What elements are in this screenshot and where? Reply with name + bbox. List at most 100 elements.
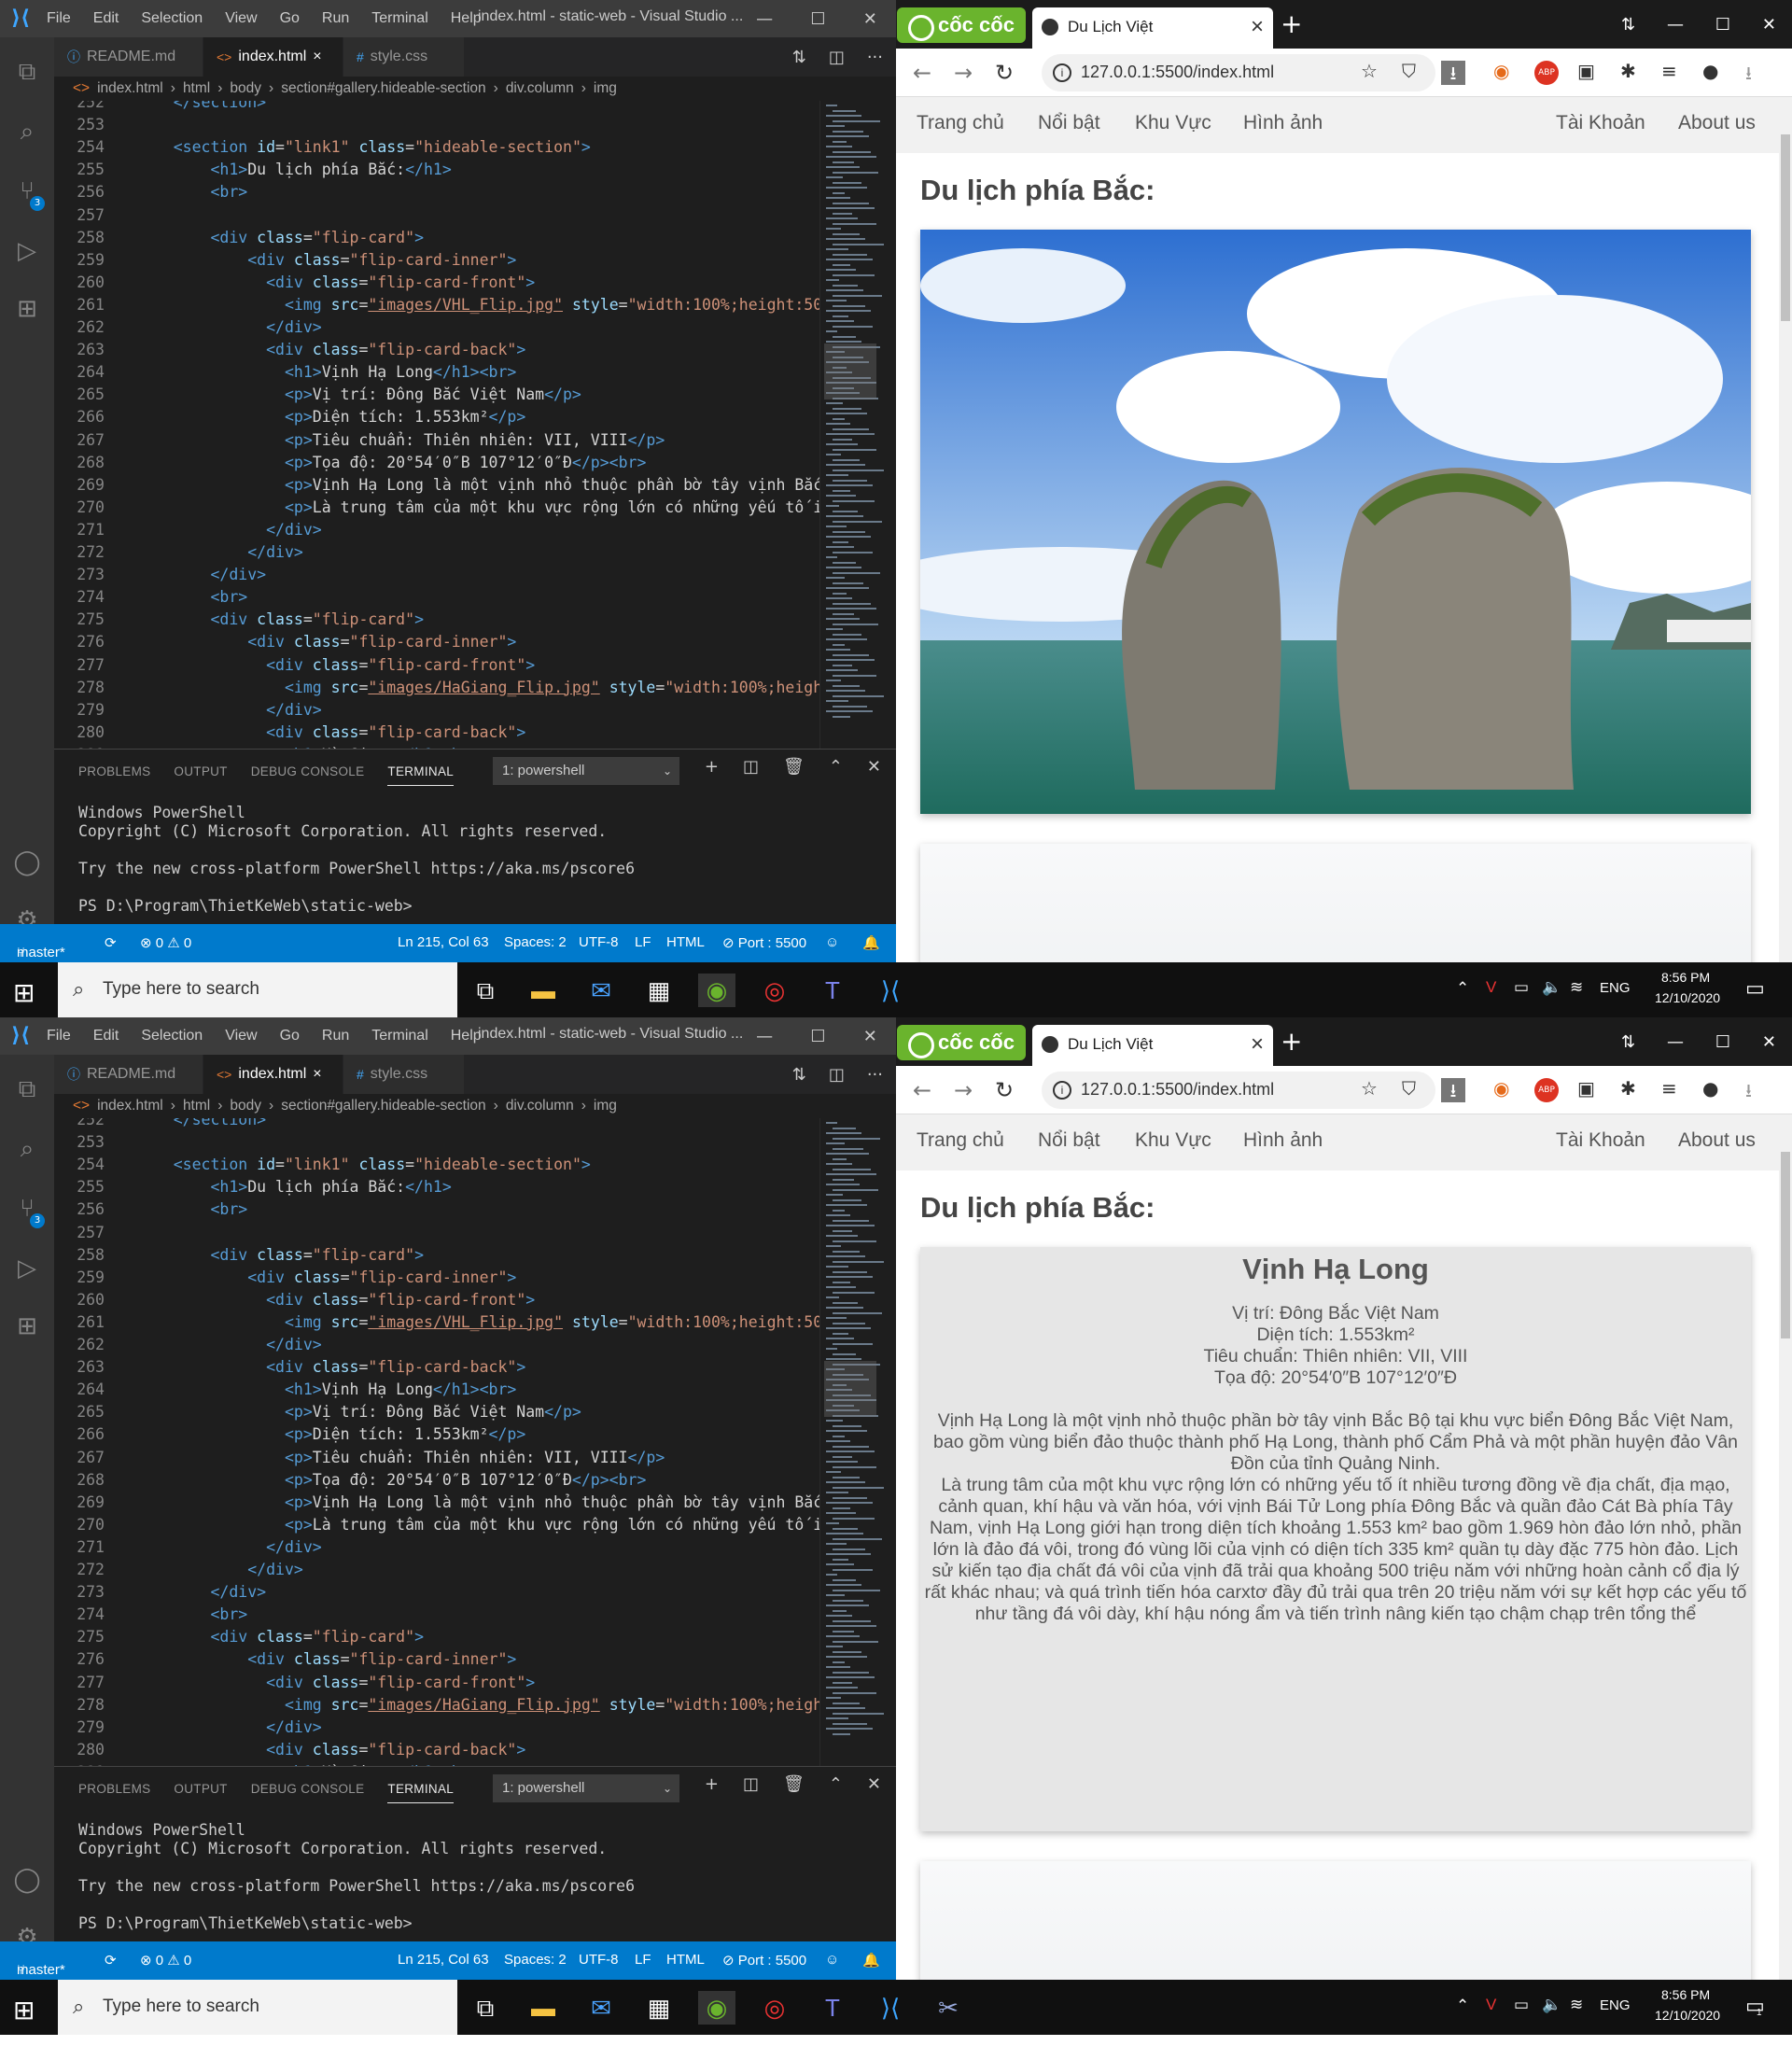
wifi-icon[interactable]: ≋ xyxy=(1570,1996,1583,2014)
code-line[interactable]: 253 xyxy=(54,1131,136,1154)
indentation[interactable]: Spaces: 2 xyxy=(504,1952,567,1968)
more-actions-icon[interactable]: ··· xyxy=(867,1065,883,1085)
browser-tab[interactable]: Du Lịch Việt × xyxy=(1032,7,1273,49)
download-icon[interactable]: ⭳ xyxy=(1441,61,1465,85)
language-indicator[interactable]: ENG xyxy=(1600,1997,1631,2013)
code-line[interactable]: 276 <div class="flip-card-inner"> xyxy=(54,1648,516,1671)
flip-card-front-image[interactable] xyxy=(896,230,1792,814)
code-line[interactable]: 278 <img src="images/HaGiang_Flip.jpg" s… xyxy=(54,677,819,699)
code-line[interactable]: 256 <br> xyxy=(54,181,247,203)
code-line[interactable]: 279 </div> xyxy=(54,699,322,722)
code-line[interactable]: 269 <p>Vịnh Hạ Long là một vịnh nhỏ thuộ… xyxy=(54,1492,819,1514)
minimize-icon[interactable]: — xyxy=(1667,1032,1684,1052)
menu-edit[interactable]: Edit xyxy=(93,10,119,27)
sync-icon[interactable]: ⟳ xyxy=(105,934,117,951)
info-icon[interactable]: i xyxy=(1053,1081,1071,1100)
nav-account[interactable]: Tài Khoản xyxy=(1556,1129,1645,1152)
menu-terminal[interactable]: Terminal xyxy=(371,10,427,27)
menu-view[interactable]: View xyxy=(225,1028,257,1044)
store-icon[interactable]: ▦ xyxy=(640,974,678,1007)
code-line[interactable]: 269 <p>Vịnh Hạ Long là một vịnh nhỏ thuộ… xyxy=(54,474,819,497)
new-tab-button[interactable]: + xyxy=(1281,8,1302,39)
code-line[interactable]: 266 <p>Diện tích: 1.553km²</p> xyxy=(54,406,525,428)
code-line[interactable]: 264 <h1>Vịnh Hạ Long</h1><br> xyxy=(54,361,516,384)
split-terminal-icon[interactable]: ◫ xyxy=(743,757,759,777)
volume-icon[interactable]: 🔈 xyxy=(1542,978,1561,997)
tab-problems[interactable]: PROBLEMS xyxy=(78,1782,150,1796)
tab-close-icon[interactable]: × xyxy=(313,49,321,65)
bell-icon[interactable]: 🔔 xyxy=(862,934,880,951)
code-line[interactable]: 273 </div> xyxy=(54,1581,266,1604)
tab-readme[interactable]: ⓘ README.md xyxy=(54,37,203,77)
windows-start-icon[interactable]: ⊞ xyxy=(13,977,35,1008)
chevron-up-icon[interactable]: ⌃ xyxy=(1456,979,1469,998)
run-debug-icon[interactable]: ▷ xyxy=(0,224,54,278)
vscode-taskbar-icon[interactable]: ⟩⟨ xyxy=(872,974,909,1007)
minimize-icon[interactable]: — xyxy=(1667,15,1684,35)
page-scrollbar[interactable] xyxy=(1779,97,1792,962)
trash-icon[interactable]: 🗑 xyxy=(783,1774,805,1794)
minimap[interactable] xyxy=(819,1118,896,1766)
taskbar-search[interactable]: ⌕ Type here to search xyxy=(58,962,457,1017)
cursor-position[interactable]: Ln 215, Col 63 xyxy=(398,1952,489,1968)
code-line[interactable]: 255 <h1>Du lịch phía Bắc:</h1> xyxy=(54,159,452,181)
forward-icon[interactable]: → xyxy=(954,60,973,86)
coccoc-taskbar-icon[interactable]: ◉ xyxy=(698,1991,735,2025)
account-icon[interactable]: ◯ xyxy=(0,835,54,890)
code-line[interactable]: 277 <div class="flip-card-front"> xyxy=(54,654,535,677)
back-icon[interactable]: ← xyxy=(913,60,931,86)
nav-account[interactable]: Tài Khoản xyxy=(1556,112,1645,134)
tab-style-css[interactable]: # style.css xyxy=(343,37,465,77)
breadcrumb-div[interactable]: div.column xyxy=(506,80,574,97)
menu-edit[interactable]: Edit xyxy=(93,1028,119,1044)
code-line[interactable]: 262 </div> xyxy=(54,316,322,339)
menu-view[interactable]: View xyxy=(225,10,257,27)
code-line[interactable]: 275 <div class="flip-card"> xyxy=(54,1626,424,1648)
minimize-icon[interactable]: — xyxy=(756,9,773,29)
adblock-icon[interactable]: ABP xyxy=(1534,61,1559,85)
screenshot-icon[interactable]: ▣ xyxy=(1577,60,1595,82)
code-line[interactable]: 262 </div> xyxy=(54,1334,322,1356)
maximize-icon[interactable]: ☐ xyxy=(810,1027,825,1046)
search-icon[interactable]: ⌕ xyxy=(0,1122,54,1176)
nav-home[interactable]: Trang chủ xyxy=(917,112,1004,134)
language-mode[interactable]: HTML xyxy=(666,1952,705,1968)
code-line[interactable]: 267 <p>Tiêu chuẩn: Thiên nhiên: VII, VII… xyxy=(54,429,665,452)
coccoc-logo[interactable]: cốc cốc xyxy=(897,1025,1026,1060)
forward-icon[interactable]: → xyxy=(954,1077,973,1103)
shield-icon[interactable]: ⛉ xyxy=(1402,1077,1416,1100)
eol[interactable]: LF xyxy=(635,1952,651,1968)
feedback-icon[interactable]: ☺ xyxy=(825,934,839,950)
nav-featured[interactable]: Nổi bật xyxy=(1038,112,1100,134)
chevron-up-icon[interactable]: ⌃ xyxy=(1456,1997,1469,2015)
extensions-icon[interactable]: ⊞ xyxy=(0,1299,54,1353)
code-editor[interactable]: 252 </section> 253 254 <section id="link1"… xyxy=(54,101,819,749)
teams-icon[interactable]: T xyxy=(814,974,851,1007)
code-line[interactable]: 274 <br> xyxy=(54,1604,247,1626)
language-indicator[interactable]: ENG xyxy=(1600,980,1631,996)
close-icon[interactable]: ✕ xyxy=(863,9,877,29)
close-icon[interactable]: ✕ xyxy=(863,1027,877,1046)
code-line[interactable]: 272 </div> xyxy=(54,541,303,564)
tab-style-css[interactable]: # style.css xyxy=(343,1055,465,1094)
close-icon[interactable]: ✕ xyxy=(1762,1032,1776,1052)
terminal-select[interactable]: 1: powershell ⌄ xyxy=(493,1774,679,1802)
extension-icon[interactable]: ◉ xyxy=(1493,1077,1509,1100)
breadcrumb-img[interactable]: img xyxy=(594,1098,617,1114)
code-line[interactable]: 260 <div class="flip-card-front"> xyxy=(54,1289,535,1311)
source-control-icon[interactable]: ⑂ 3 xyxy=(0,164,54,218)
tab-close-icon[interactable]: × xyxy=(1251,1031,1264,1058)
page-scrollbar[interactable] xyxy=(1779,1114,1792,1980)
menu-go[interactable]: Go xyxy=(280,10,300,27)
back-icon[interactable]: ← xyxy=(913,1077,931,1103)
menu-go[interactable]: Go xyxy=(280,1028,300,1044)
maximize-icon[interactable]: ☐ xyxy=(1715,1032,1730,1052)
nav-about[interactable]: About us xyxy=(1678,1129,1756,1152)
browser-tab[interactable]: Du Lịch Việt × xyxy=(1032,1025,1273,1066)
extensions-icon[interactable]: ⊞ xyxy=(0,282,54,336)
file-explorer-icon[interactable]: ▬ xyxy=(525,1991,562,2025)
mail-icon[interactable]: ✉ xyxy=(582,974,620,1007)
code-line[interactable]: 252 </section> xyxy=(54,1118,266,1131)
code-line[interactable]: 268 <p>Tọa độ: 20°54′0″B 107°12′0″Đ</p><… xyxy=(54,1469,646,1492)
code-line[interactable]: 256 <br> xyxy=(54,1198,247,1221)
